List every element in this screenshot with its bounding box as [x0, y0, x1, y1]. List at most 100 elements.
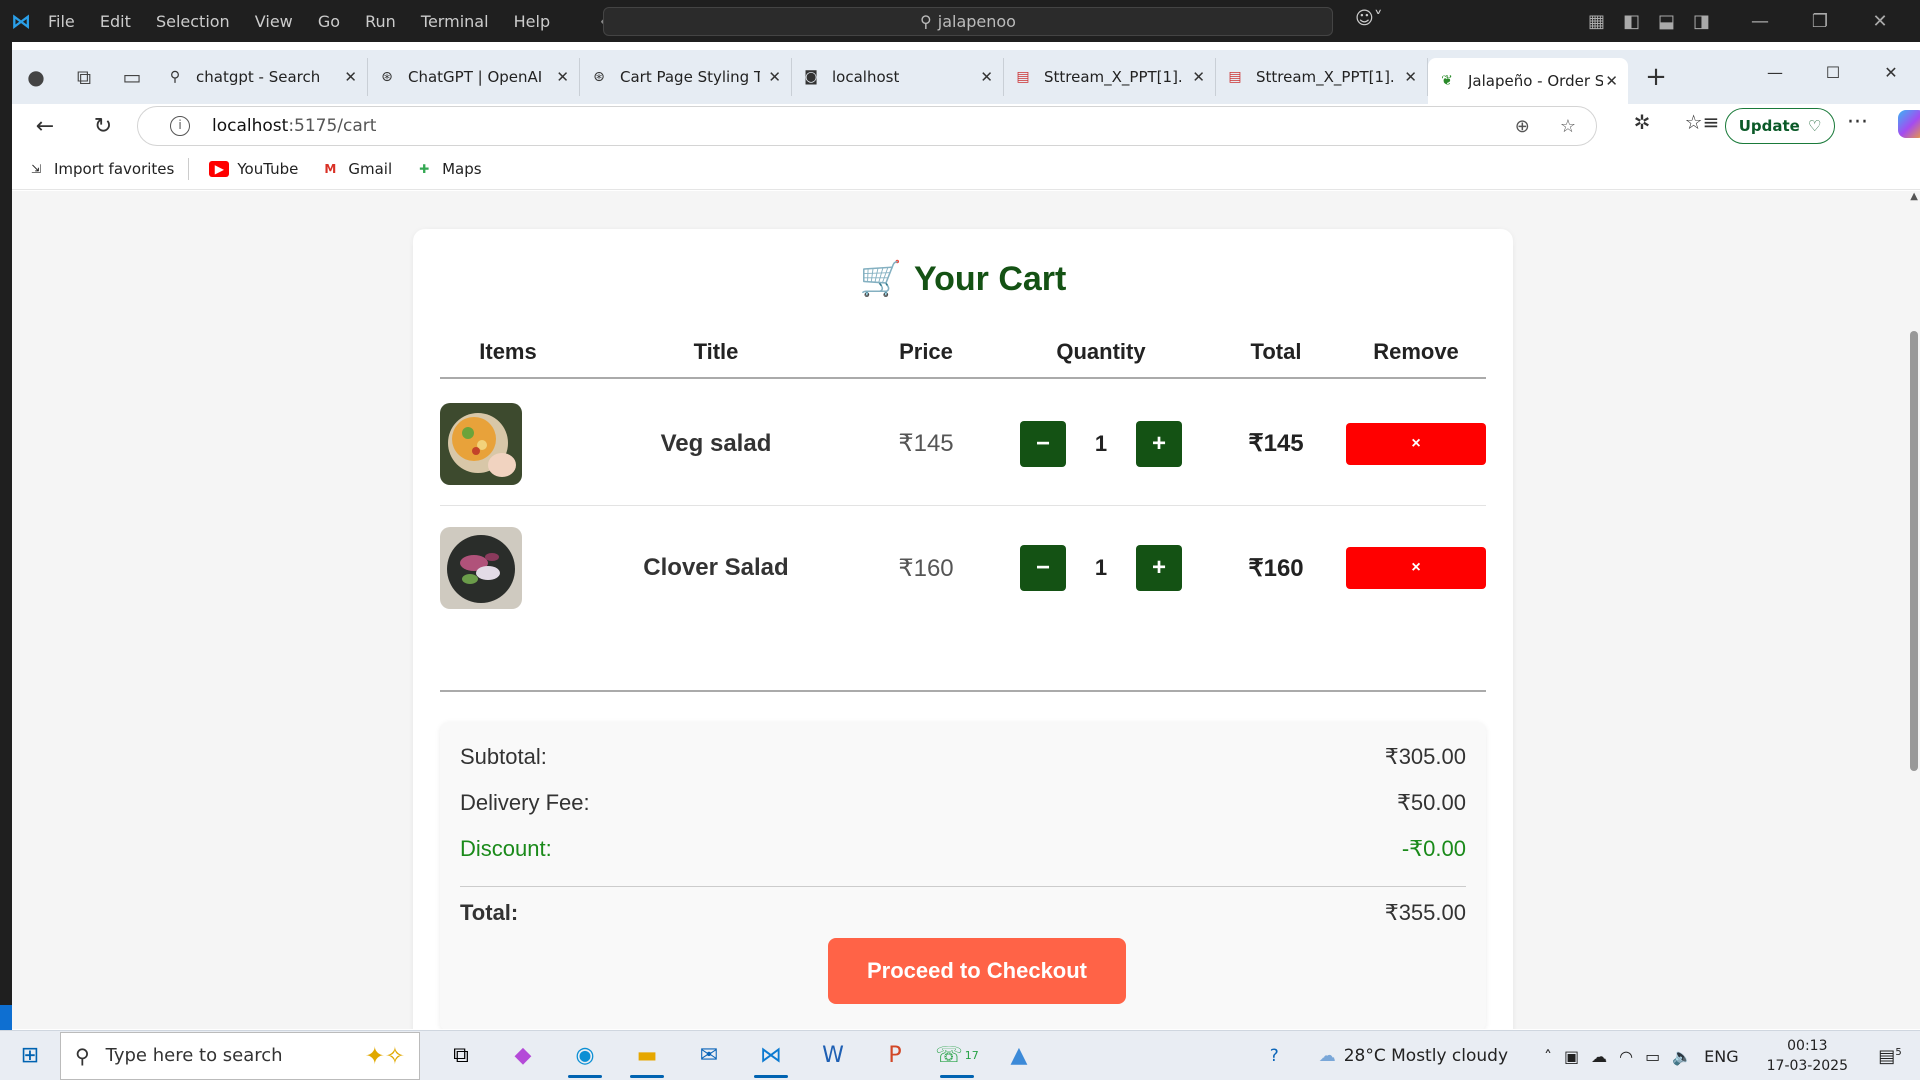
- vscode-title-bar: ⋈ File Edit Selection View Go Run Termin…: [0, 0, 1920, 42]
- language-indicator[interactable]: ENG: [1704, 1047, 1738, 1066]
- weather-widget[interactable]: ? ☁ 28°C Mostly cloudy: [1270, 1046, 1508, 1066]
- divider: [440, 690, 1486, 692]
- extensions-icon[interactable]: ✲: [1612, 110, 1672, 134]
- more-options-icon[interactable]: ···: [1847, 110, 1868, 135]
- volume-icon[interactable]: 🔈: [1672, 1047, 1692, 1066]
- clock-date: 17-03-2025: [1766, 1058, 1848, 1074]
- clock[interactable]: 00:13 17-03-2025: [1767, 1036, 1848, 1076]
- tab-pdf-1[interactable]: ▤ Sttream_X_PPT[1].pd ✕: [1004, 58, 1216, 96]
- cart-row: Clover Salad ₹160 − 1 + ₹160 ×: [440, 506, 1486, 630]
- close-icon[interactable]: ✕: [344, 68, 357, 86]
- onedrive-icon[interactable]: ☁: [1591, 1047, 1607, 1066]
- fav-maps[interactable]: ✚ Maps: [414, 160, 482, 178]
- tab-actions-icon[interactable]: ▭: [108, 65, 156, 89]
- workspaces-icon[interactable]: ⧉: [60, 65, 108, 89]
- item-price: ₹145: [898, 430, 954, 457]
- tab-cart-styling[interactable]: ⊛ Cart Page Styling Tip ✕: [580, 58, 792, 96]
- update-button[interactable]: Update ♡: [1725, 108, 1835, 144]
- file-explorer-icon[interactable]: ▬: [616, 1032, 678, 1080]
- menu-help[interactable]: Help: [514, 12, 550, 31]
- menu-selection[interactable]: Selection: [156, 12, 230, 31]
- favorites-icon[interactable]: ☆≡: [1672, 110, 1732, 134]
- edge-icon[interactable]: ◉: [554, 1032, 616, 1080]
- delivery-label: Delivery Fee:: [460, 790, 590, 815]
- zoom-icon[interactable]: ⊕: [1515, 116, 1530, 137]
- summary-delivery: Delivery Fee: ₹50.00: [460, 790, 1466, 816]
- layout-customize-icon[interactable]: ▦: [1588, 11, 1605, 32]
- fav-gmail[interactable]: M Gmail: [320, 160, 392, 178]
- close-icon[interactable]: ✕: [556, 68, 569, 86]
- notification-icon[interactable]: ▤5: [1870, 1046, 1910, 1067]
- header-quantity: Quantity: [1056, 339, 1146, 364]
- photos-icon[interactable]: ▲: [988, 1032, 1050, 1080]
- toggle-secondary-sidebar-icon[interactable]: ◨: [1693, 11, 1710, 32]
- battery-icon[interactable]: ▭: [1645, 1047, 1660, 1066]
- increase-button[interactable]: +: [1136, 545, 1182, 591]
- powerpoint-icon[interactable]: P: [864, 1032, 926, 1080]
- help-icon[interactable]: ?: [1270, 1046, 1279, 1066]
- item-title: Veg salad: [660, 429, 772, 457]
- word-icon[interactable]: W: [802, 1032, 864, 1080]
- back-icon[interactable]: ←: [20, 114, 70, 139]
- chevron-up-icon[interactable]: ˄: [1544, 1047, 1552, 1066]
- tab-chatgpt-search[interactable]: ⚲ chatgpt - Search ✕: [156, 58, 368, 96]
- minimize-icon[interactable]: —: [1746, 50, 1804, 96]
- tab-label: Sttream_X_PPT[1].pd: [1044, 68, 1184, 86]
- remove-button[interactable]: ×: [1346, 547, 1486, 589]
- url-text[interactable]: localhost:5175/cart: [212, 116, 376, 136]
- tab-localhost[interactable]: ◙ localhost ✕: [792, 58, 1004, 96]
- copilot-icon[interactable]: ☺˅: [1355, 8, 1383, 29]
- close-icon[interactable]: ✕: [980, 68, 993, 86]
- close-icon[interactable]: ✕: [1605, 72, 1618, 90]
- vscode-logo-icon: ⋈: [11, 9, 31, 33]
- summary-discount: Discount: -₹0.00: [460, 836, 1466, 862]
- task-view-icon[interactable]: ⧉: [430, 1032, 492, 1080]
- menu-view[interactable]: View: [255, 12, 293, 31]
- close-icon[interactable]: ✕: [768, 68, 781, 86]
- toggle-panel-icon[interactable]: ⬓: [1658, 11, 1675, 32]
- tab-pdf-2[interactable]: ▤ Sttream_X_PPT[1].pd ✕: [1216, 58, 1428, 96]
- vscode-icon[interactable]: ⋈: [740, 1032, 802, 1080]
- tab-jalapeno[interactable]: ❦ Jalapeño - Order Sm ✕: [1428, 58, 1628, 104]
- menu-run[interactable]: Run: [365, 12, 396, 31]
- decrease-button[interactable]: −: [1020, 420, 1066, 467]
- copilot-icon[interactable]: [1898, 110, 1920, 138]
- favorite-star-icon[interactable]: ☆: [1560, 116, 1576, 137]
- whatsapp-icon[interactable]: ☏ 17: [926, 1032, 988, 1080]
- increase-button[interactable]: +: [1136, 420, 1182, 467]
- scroll-up-icon[interactable]: ▲: [1910, 191, 1918, 202]
- site-info-icon[interactable]: i: [170, 116, 190, 136]
- restore-icon[interactable]: ❐: [1790, 11, 1850, 32]
- close-icon[interactable]: ✕: [1192, 68, 1205, 86]
- tab-chatgpt-openai[interactable]: ⊛ ChatGPT | OpenAI ✕: [368, 58, 580, 96]
- checkout-button[interactable]: Proceed to Checkout: [828, 938, 1126, 1004]
- toggle-sidebar-icon[interactable]: ◧: [1623, 11, 1640, 32]
- meet-icon[interactable]: ▣: [1564, 1047, 1579, 1066]
- close-icon[interactable]: ✕: [1404, 68, 1417, 86]
- close-icon[interactable]: ✕: [1850, 11, 1910, 32]
- menu-go[interactable]: Go: [318, 12, 340, 31]
- clover-salad-image: [440, 527, 522, 609]
- remove-button[interactable]: ×: [1346, 422, 1486, 465]
- refresh-icon[interactable]: ↻: [78, 114, 128, 139]
- fav-import[interactable]: ⇲ Import favorites: [26, 160, 174, 178]
- menu-file[interactable]: File: [48, 12, 75, 31]
- minimize-icon[interactable]: —: [1730, 11, 1790, 32]
- windows-start-icon[interactable]: ⊞: [0, 1043, 60, 1068]
- wifi-icon[interactable]: ◠: [1619, 1047, 1633, 1066]
- taskbar-search[interactable]: ⚲ Type here to search ✦✧: [60, 1031, 420, 1080]
- profile-icon[interactable]: ●: [12, 65, 60, 89]
- outlook-icon[interactable]: ✉: [678, 1032, 740, 1080]
- decrease-button[interactable]: −: [1020, 545, 1066, 591]
- fav-youtube[interactable]: ▶ YouTube: [209, 160, 298, 178]
- url-bar[interactable]: i localhost:5175/cart ⊕ ☆: [137, 106, 1597, 146]
- copilot-icon[interactable]: ◆: [492, 1032, 554, 1080]
- close-icon[interactable]: ✕: [1862, 50, 1920, 96]
- new-tab-icon[interactable]: +: [1636, 62, 1676, 92]
- maximize-icon[interactable]: ☐: [1804, 50, 1862, 96]
- scrollbar[interactable]: [1910, 331, 1918, 771]
- vscode-command-center[interactable]: ⚲ jalapenoo: [603, 7, 1333, 36]
- menu-edit[interactable]: Edit: [100, 12, 131, 31]
- menu-terminal[interactable]: Terminal: [421, 12, 489, 31]
- search-icon: ⚲: [75, 1043, 90, 1068]
